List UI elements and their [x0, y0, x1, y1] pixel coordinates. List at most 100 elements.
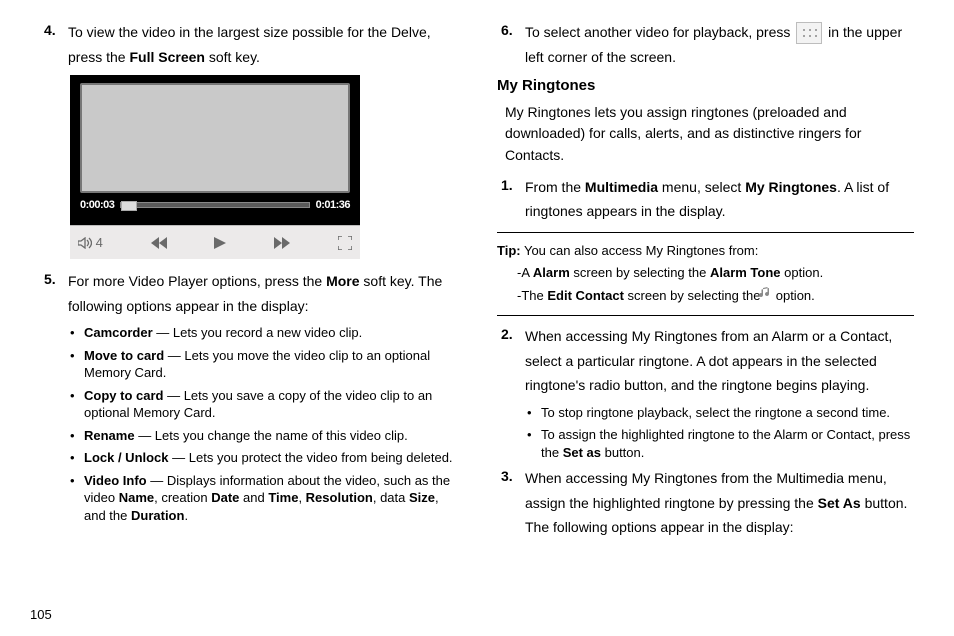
text: , data: [373, 490, 409, 505]
divider: [497, 315, 914, 316]
skip-forward-icon: [274, 237, 290, 249]
play-icon: [214, 237, 226, 249]
bullet-text: Camcorder — Lets you record a new video …: [84, 324, 457, 342]
bullet-text: To stop ringtone playback, select the ri…: [541, 404, 914, 422]
bullet-icon: •: [70, 472, 84, 525]
text: screen by selecting the: [570, 265, 710, 280]
speaker-icon: [78, 237, 92, 249]
text: — Lets you protect the video from being …: [169, 450, 453, 465]
step-4: 4. To view the video in the largest size…: [40, 20, 457, 69]
step-text: To view the video in the largest size po…: [68, 20, 457, 69]
step-2: 2. When accessing My Ringtones from an A…: [497, 324, 914, 398]
bullet-text: Lock / Unlock — Lets you protect the vid…: [84, 449, 457, 467]
text: menu, select: [658, 179, 745, 195]
text: To select another video for playback, pr…: [525, 24, 794, 40]
divider: [497, 232, 914, 233]
progress-bar[interactable]: [120, 202, 309, 208]
bullet-icon: •: [527, 426, 541, 461]
text: screen by selecting the: [624, 288, 764, 303]
step-text: From the Multimedia menu, select My Ring…: [525, 175, 914, 224]
step-3: 3. When accessing My Ringtones from the …: [497, 466, 914, 540]
next-button[interactable]: [274, 237, 290, 249]
step-number: 5.: [40, 269, 68, 318]
bullet-icon: •: [70, 347, 84, 382]
text: soft key.: [205, 49, 260, 65]
list-item: • Camcorder — Lets you record a new vide…: [70, 324, 457, 342]
bullet-text: Video Info — Displays information about …: [84, 472, 457, 525]
text: .: [184, 508, 188, 523]
text: ,: [298, 490, 305, 505]
section-intro: My Ringtones lets you assign ringtones (…: [505, 102, 914, 167]
expand-icon: [338, 236, 352, 250]
skip-back-icon: [151, 237, 167, 249]
bold-term: Duration: [131, 508, 184, 523]
bold-term: Copy to card: [84, 388, 163, 403]
bold-term: Edit Contact: [547, 288, 624, 303]
bold-term: More: [326, 273, 359, 289]
fullscreen-button[interactable]: [338, 236, 352, 250]
tip-sub-line: -A Alarm screen by selecting the Alarm T…: [517, 263, 914, 284]
bullet-text: Copy to card — Lets you save a copy of t…: [84, 387, 457, 422]
step-5: 5. For more Video Player options, press …: [40, 269, 457, 318]
bullet-icon: •: [70, 324, 84, 342]
video-controls: 4: [70, 225, 360, 259]
tip-block: Tip: You can also access My Ringtones fr…: [497, 241, 914, 308]
text: — Lets you change the name of this video…: [135, 428, 408, 443]
page-number: 105: [30, 605, 52, 625]
grid-menu-icon: [796, 22, 822, 44]
text: option.: [781, 265, 824, 280]
bullet-text: To assign the highlighted ringtone to th…: [541, 426, 914, 461]
bold-term: Camcorder: [84, 325, 153, 340]
left-column: 4. To view the video in the largest size…: [40, 20, 457, 546]
text: -The: [517, 288, 547, 303]
section-heading-my-ringtones: My Ringtones: [497, 75, 914, 98]
bold-term: Set As: [818, 495, 861, 511]
bold-term: Set as: [563, 445, 601, 460]
play-button[interactable]: [214, 237, 226, 249]
bold-term: Rename: [84, 428, 135, 443]
video-player-illustration: 0:00:03 0:01:36 4: [70, 75, 360, 259]
bullet-icon: •: [70, 449, 84, 467]
bold-term: Alarm Tone: [710, 265, 781, 280]
time-row: 0:00:03 0:01:36: [80, 197, 350, 214]
tip-line: Tip: You can also access My Ringtones fr…: [497, 241, 914, 262]
step-text: When accessing My Ringtones from an Alar…: [525, 324, 914, 398]
list-item: • Lock / Unlock — Lets you protect the v…: [70, 449, 457, 467]
tip-label: Tip:: [497, 243, 521, 258]
text: button.: [601, 445, 644, 460]
step-text: For more Video Player options, press the…: [68, 269, 457, 318]
text: — Lets you record a new video clip.: [153, 325, 363, 340]
bold-term: Lock / Unlock: [84, 450, 169, 465]
bullet-text: Rename — Lets you change the name of thi…: [84, 427, 457, 445]
bold-term: Full Screen: [129, 49, 204, 65]
text: , creation: [154, 490, 211, 505]
time-end: 0:01:36: [316, 197, 350, 214]
bold-term: Move to card: [84, 348, 164, 363]
bold-term: Alarm: [533, 265, 570, 280]
bullet-text: Move to card — Lets you move the video c…: [84, 347, 457, 382]
music-note-icon: [764, 286, 772, 307]
step-number: 1.: [497, 175, 525, 224]
step-6: 6. To select another video for playback,…: [497, 20, 914, 69]
bold-term: Name: [119, 490, 154, 505]
list-item: • Video Info — Displays information abou…: [70, 472, 457, 525]
step-text: When accessing My Ringtones from the Mul…: [525, 466, 914, 540]
step-number: 4.: [40, 20, 68, 69]
step-1: 1. From the Multimedia menu, select My R…: [497, 175, 914, 224]
right-column: 6. To select another video for playback,…: [497, 20, 914, 546]
text: -A: [517, 265, 533, 280]
volume-control[interactable]: 4: [78, 233, 103, 253]
text: From the: [525, 179, 585, 195]
bold-term: Date: [211, 490, 239, 505]
list-item: • Copy to card — Lets you save a copy of…: [70, 387, 457, 422]
step-number: 3.: [497, 466, 525, 540]
bold-term: Resolution: [306, 490, 373, 505]
list-item: • Rename — Lets you change the name of t…: [70, 427, 457, 445]
step-number: 2.: [497, 324, 525, 398]
text: option.: [776, 288, 815, 303]
bold-term: Size: [409, 490, 435, 505]
prev-button[interactable]: [151, 237, 167, 249]
text: and: [239, 490, 268, 505]
list-item: • To assign the highlighted ringtone to …: [527, 426, 914, 461]
step5-bullets: • Camcorder — Lets you record a new vide…: [70, 324, 457, 524]
